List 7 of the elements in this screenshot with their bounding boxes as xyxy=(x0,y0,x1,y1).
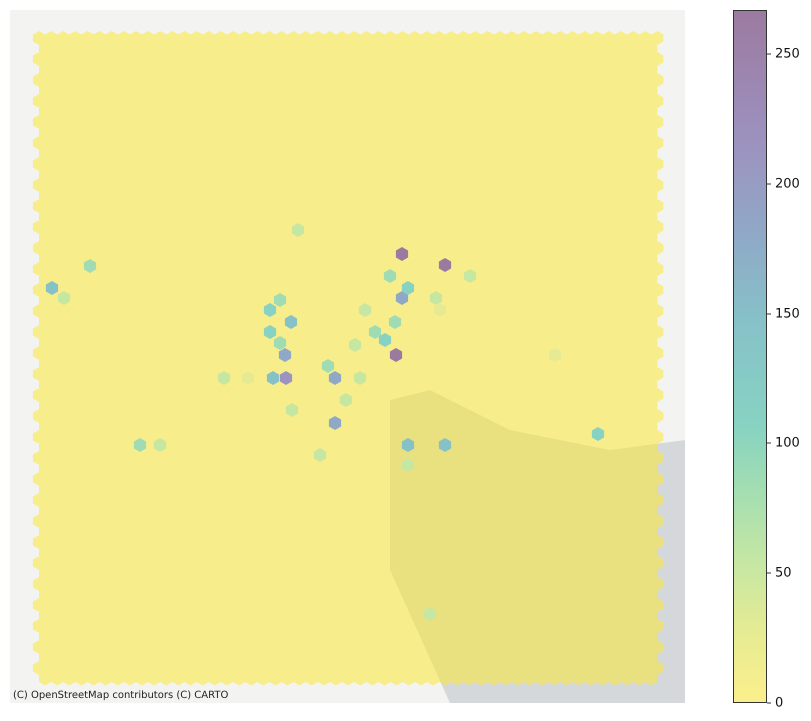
colorbar-tick-label: 0 xyxy=(775,696,784,710)
colorbar-tick-label: 200 xyxy=(775,176,800,192)
map-attribution: (C) OpenStreetMap contributors (C) CARTO xyxy=(13,690,228,701)
colorbar-tick-label: 100 xyxy=(775,436,800,451)
colorbar-tick-label: 150 xyxy=(775,306,800,322)
colorbar-tick-label: 50 xyxy=(775,566,792,581)
colorbar-tick-label: 250 xyxy=(775,46,800,62)
